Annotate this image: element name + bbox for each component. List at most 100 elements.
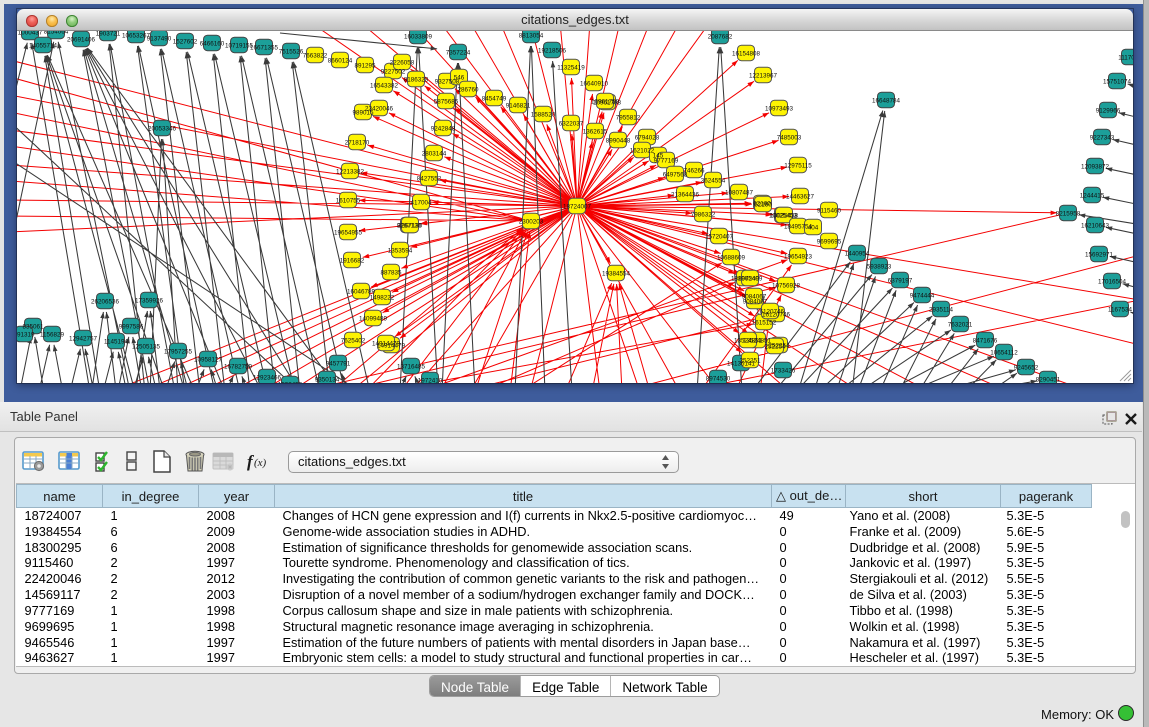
- svg-text:8454749: 8454749: [482, 95, 507, 102]
- svg-text:17016504: 17016504: [1098, 278, 1127, 285]
- svg-text:6466160: 6466160: [200, 40, 225, 47]
- svg-text:2226058: 2226058: [390, 59, 415, 66]
- svg-text:7632021: 7632021: [948, 321, 973, 328]
- svg-text:10654112: 10654112: [990, 349, 1018, 356]
- svg-text:8471676: 8471676: [973, 337, 998, 344]
- svg-text:286760: 286760: [457, 86, 479, 93]
- svg-text:2803144: 2803144: [422, 150, 447, 157]
- svg-text:15751074: 15751074: [1103, 78, 1132, 85]
- svg-text:21364436: 21364436: [671, 191, 700, 198]
- svg-text:1000437: 1000437: [18, 31, 43, 36]
- svg-text:8215958: 8215958: [1056, 210, 1081, 217]
- svg-text:19384554: 19384554: [602, 270, 631, 277]
- svg-text:16782759: 16782759: [224, 363, 253, 370]
- svg-text:8974530: 8974530: [706, 375, 731, 382]
- svg-text:10807487: 10807487: [725, 189, 754, 196]
- svg-text:252251: 252251: [739, 357, 761, 364]
- svg-text:12093872: 12093872: [1081, 163, 1110, 170]
- svg-text:3624554: 3624554: [701, 177, 726, 184]
- svg-text:3267130: 3267130: [398, 222, 423, 229]
- svg-text:16961758: 16961758: [591, 98, 620, 105]
- svg-text:16120746: 16120746: [756, 308, 785, 315]
- svg-text:12975115: 12975115: [784, 162, 812, 169]
- svg-text:62160: 62160: [754, 201, 772, 208]
- svg-text:1440954: 1440954: [845, 250, 870, 257]
- svg-text:252254: 252254: [764, 343, 786, 350]
- svg-text:7485003: 7485003: [777, 134, 802, 141]
- svg-text:887835: 887835: [380, 269, 402, 276]
- svg-text:8660124: 8660124: [328, 57, 353, 64]
- svg-text:17359926: 17359926: [135, 297, 164, 304]
- svg-text:18724007: 18724007: [563, 203, 592, 210]
- svg-text:12213382: 12213382: [336, 168, 365, 175]
- svg-text:15692971: 15692971: [1085, 251, 1114, 258]
- svg-text:17957255: 17957255: [164, 348, 193, 355]
- svg-text:12505135: 12505135: [132, 343, 161, 350]
- svg-text:7955812: 7955812: [616, 114, 641, 121]
- svg-text:14055714: 14055714: [29, 42, 58, 49]
- svg-text:9245652: 9245652: [1014, 364, 1039, 371]
- svg-text:8186328: 8186328: [404, 76, 429, 83]
- svg-text:16543382: 16543382: [370, 82, 399, 89]
- svg-text:14099489: 14099489: [359, 315, 388, 322]
- svg-text:14463627: 14463627: [786, 193, 815, 200]
- svg-text:9129966: 9129966: [1096, 107, 1121, 114]
- svg-text:1156829: 1156829: [40, 331, 65, 338]
- svg-text:8813054: 8813054: [519, 32, 544, 39]
- svg-text:20691406: 20691406: [67, 36, 96, 43]
- svg-text:9474444: 9474444: [910, 292, 935, 299]
- svg-text:1588520: 1588520: [531, 111, 556, 118]
- svg-text:5938923: 5938923: [867, 263, 892, 270]
- svg-text:9227502: 9227502: [381, 68, 406, 75]
- svg-text:16154808: 16154808: [732, 50, 761, 57]
- svg-text:1972410: 1972410: [418, 377, 443, 383]
- svg-text:2718170: 2718170: [345, 139, 370, 146]
- svg-text:5875685: 5875685: [434, 98, 459, 105]
- svg-text:10688609: 10688609: [717, 254, 746, 261]
- svg-text:2087682: 2087682: [708, 33, 733, 40]
- svg-text:404: 404: [808, 224, 819, 231]
- svg-text:2935114: 2935114: [929, 306, 954, 313]
- svg-text:14914479: 14914479: [372, 340, 401, 347]
- svg-text:546: 546: [454, 74, 465, 81]
- svg-text:9699695: 9699695: [817, 238, 842, 245]
- svg-text:16046789: 16046789: [347, 288, 376, 295]
- svg-text:8427552: 8427552: [417, 175, 442, 182]
- svg-text:16671355: 16671355: [250, 44, 279, 51]
- svg-text:7625402: 7625402: [341, 337, 366, 344]
- svg-text:1117042: 1117042: [1118, 54, 1133, 61]
- svg-text:13524851: 13524851: [734, 337, 763, 344]
- svg-text:1592450: 1592450: [278, 381, 303, 383]
- svg-text:1903721: 1903721: [96, 31, 121, 37]
- svg-text:10958127: 10958127: [194, 356, 223, 363]
- svg-text:1733426: 1733426: [771, 367, 796, 374]
- svg-text:7986322: 7986322: [691, 211, 716, 218]
- svg-text:23420046: 23420046: [365, 105, 394, 112]
- svg-text:7515526: 7515526: [279, 48, 304, 55]
- svg-text:9997586: 9997586: [119, 323, 144, 330]
- svg-text:8290451: 8290451: [1036, 376, 1061, 383]
- svg-text:26206536: 26206536: [91, 298, 120, 305]
- svg-text:19654923: 19654923: [784, 253, 813, 260]
- svg-text:9084067: 9084067: [742, 293, 767, 300]
- svg-text:12923466: 12923466: [253, 374, 282, 381]
- svg-text:19654955: 19654955: [334, 229, 363, 236]
- svg-text:13716485: 13716485: [397, 363, 426, 370]
- svg-text:1145194: 1145194: [104, 338, 129, 345]
- svg-text:1965409: 1965409: [738, 275, 763, 282]
- svg-text:9115460: 9115460: [817, 207, 842, 214]
- svg-text:8154064: 8154064: [44, 31, 69, 35]
- svg-text:10025438: 10025438: [770, 212, 799, 219]
- svg-text:2300203: 2300203: [519, 218, 544, 225]
- svg-text:835061: 835061: [22, 323, 44, 330]
- svg-text:16640910: 16640910: [580, 80, 609, 87]
- svg-text:6379197: 6379197: [888, 277, 913, 284]
- svg-text:16210643: 16210643: [1081, 222, 1110, 229]
- svg-text:10756928: 10756928: [772, 282, 801, 289]
- svg-text:9350134: 9350134: [315, 376, 340, 383]
- svg-text:391319: 391319: [17, 331, 35, 338]
- svg-text:9457791: 9457791: [326, 360, 351, 367]
- svg-text:6322037: 6322037: [559, 120, 584, 127]
- svg-text:1353594: 1353594: [388, 247, 413, 254]
- svg-text:(x): (x): [254, 457, 267, 469]
